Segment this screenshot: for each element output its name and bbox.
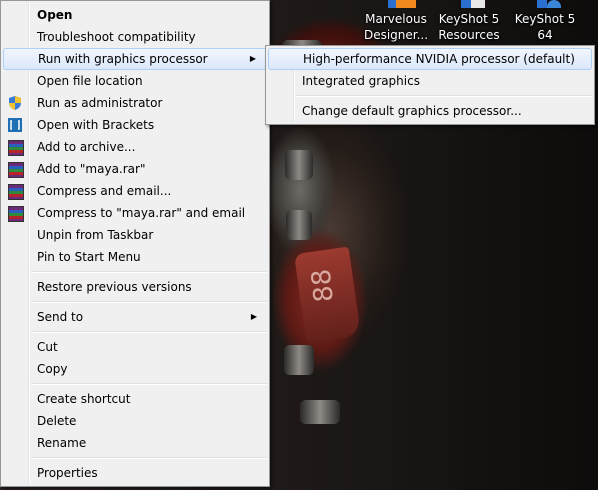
menu-item-open-with-brackets[interactable]: Open with Brackets bbox=[3, 114, 267, 136]
wallpaper-cylinder bbox=[284, 345, 314, 375]
desktop-icon-label-line1: KeyShot 5 bbox=[438, 12, 500, 26]
winrar-icon bbox=[7, 205, 24, 222]
menu-separator bbox=[31, 331, 267, 333]
menu-item-delete[interactable]: Delete bbox=[3, 410, 267, 432]
menu-item-label: Copy bbox=[37, 362, 68, 376]
wallpaper-number: 88 bbox=[306, 267, 340, 304]
menu-item-label: Pin to Start Menu bbox=[37, 250, 141, 264]
menu-item-pin-start-menu[interactable]: Pin to Start Menu bbox=[3, 246, 267, 268]
menu-item-label: Compress to "maya.rar" and email bbox=[37, 206, 246, 220]
desktop-icon-keyshot-64[interactable]: KeyShot 5 64 bbox=[506, 0, 584, 43]
menu-item-label: Add to "maya.rar" bbox=[37, 162, 146, 176]
keyshot-resources-icon bbox=[455, 0, 485, 10]
menu-item-properties[interactable]: Properties bbox=[3, 462, 267, 484]
winrar-icon bbox=[7, 139, 24, 156]
menu-item-label: Properties bbox=[37, 466, 98, 480]
submenu-item-integrated[interactable]: Integrated graphics bbox=[268, 70, 592, 92]
wallpaper-red-panel: 88 bbox=[294, 246, 361, 344]
menu-item-label: Cut bbox=[37, 340, 58, 354]
menu-item-unpin-taskbar[interactable]: Unpin from Taskbar bbox=[3, 224, 267, 246]
wallpaper-cylinder bbox=[300, 400, 340, 424]
menu-item-label: Rename bbox=[37, 436, 87, 450]
wallpaper-cylinder bbox=[286, 210, 312, 240]
menu-item-label: Open file location bbox=[37, 74, 143, 88]
menu-item-create-shortcut[interactable]: Create shortcut bbox=[3, 388, 267, 410]
menu-item-send-to[interactable]: Send to ▶ bbox=[3, 306, 267, 328]
keyshot-icon bbox=[531, 0, 561, 10]
menu-separator bbox=[31, 271, 267, 273]
menu-item-label: Delete bbox=[37, 414, 77, 428]
desktop-icon-keyshot-resources[interactable]: KeyShot 5 Resources bbox=[434, 0, 504, 43]
submenu-item-label: High-performance NVIDIA processor (defau… bbox=[303, 52, 575, 66]
menu-separator bbox=[31, 457, 267, 459]
menu-item-label: Compress and email... bbox=[37, 184, 172, 198]
desktop-icon-label-line1: KeyShot 5 64 bbox=[514, 12, 576, 42]
menu-item-run-with-gpu[interactable]: Run with graphics processor ▶ bbox=[3, 48, 267, 70]
menu-item-compress-and-email[interactable]: Compress and email... bbox=[3, 180, 267, 202]
shield-icon bbox=[7, 95, 23, 111]
menu-item-restore-versions[interactable]: Restore previous versions bbox=[3, 276, 267, 298]
menu-item-troubleshoot[interactable]: Troubleshoot compatibility bbox=[3, 26, 267, 48]
menu-separator bbox=[296, 95, 592, 97]
menu-item-label: Add to archive... bbox=[37, 140, 136, 154]
wallpaper-cylinder bbox=[285, 150, 313, 180]
winrar-icon bbox=[7, 183, 24, 200]
submenu-item-label: Change default graphics processor... bbox=[302, 104, 522, 118]
marvelous-designer-icon bbox=[382, 0, 416, 10]
submenu-item-nvidia[interactable]: High-performance NVIDIA processor (defau… bbox=[268, 48, 592, 70]
submenu-item-change-default[interactable]: Change default graphics processor... bbox=[268, 100, 592, 122]
desktop-icon-marvelous-designer[interactable]: Marvelous Designer... bbox=[362, 0, 430, 43]
menu-item-compress-to-maya-rar-email[interactable]: Compress to "maya.rar" and email bbox=[3, 202, 267, 224]
menu-separator bbox=[31, 383, 267, 385]
menu-item-copy[interactable]: Copy bbox=[3, 358, 267, 380]
menu-item-open[interactable]: Open bbox=[3, 4, 267, 26]
menu-item-label: Run with graphics processor bbox=[38, 52, 208, 66]
menu-item-label: Unpin from Taskbar bbox=[37, 228, 154, 242]
menu-item-rename[interactable]: Rename bbox=[3, 432, 267, 454]
menu-item-add-to-archive[interactable]: Add to archive... bbox=[3, 136, 267, 158]
submenu-arrow-icon: ▶ bbox=[250, 312, 257, 321]
gpu-submenu: High-performance NVIDIA processor (defau… bbox=[265, 45, 595, 125]
menu-item-label: Troubleshoot compatibility bbox=[37, 30, 196, 44]
menu-item-label: Open bbox=[37, 8, 73, 22]
context-menu: Open Troubleshoot compatibility Run with… bbox=[0, 0, 270, 487]
menu-item-open-file-location[interactable]: Open file location bbox=[3, 70, 267, 92]
menu-item-label: Open with Brackets bbox=[37, 118, 155, 132]
menu-item-cut[interactable]: Cut bbox=[3, 336, 267, 358]
menu-item-label: Create shortcut bbox=[37, 392, 131, 406]
desktop-icon-label-line2: Resources bbox=[438, 28, 500, 42]
submenu-arrow-icon: ▶ bbox=[249, 54, 256, 63]
menu-item-run-as-admin[interactable]: Run as administrator bbox=[3, 92, 267, 114]
desktop-icon-label-line1: Marvelous bbox=[365, 12, 427, 26]
menu-item-label: Send to bbox=[37, 310, 84, 324]
menu-separator bbox=[31, 301, 267, 303]
menu-item-label: Run as administrator bbox=[37, 96, 163, 110]
winrar-icon bbox=[7, 161, 24, 178]
desktop-icon-label-line2: Designer... bbox=[363, 28, 429, 42]
menu-item-label: Restore previous versions bbox=[37, 280, 192, 294]
submenu-item-label: Integrated graphics bbox=[302, 74, 420, 88]
menu-item-add-to-maya-rar[interactable]: Add to "maya.rar" bbox=[3, 158, 267, 180]
brackets-icon bbox=[7, 117, 23, 133]
